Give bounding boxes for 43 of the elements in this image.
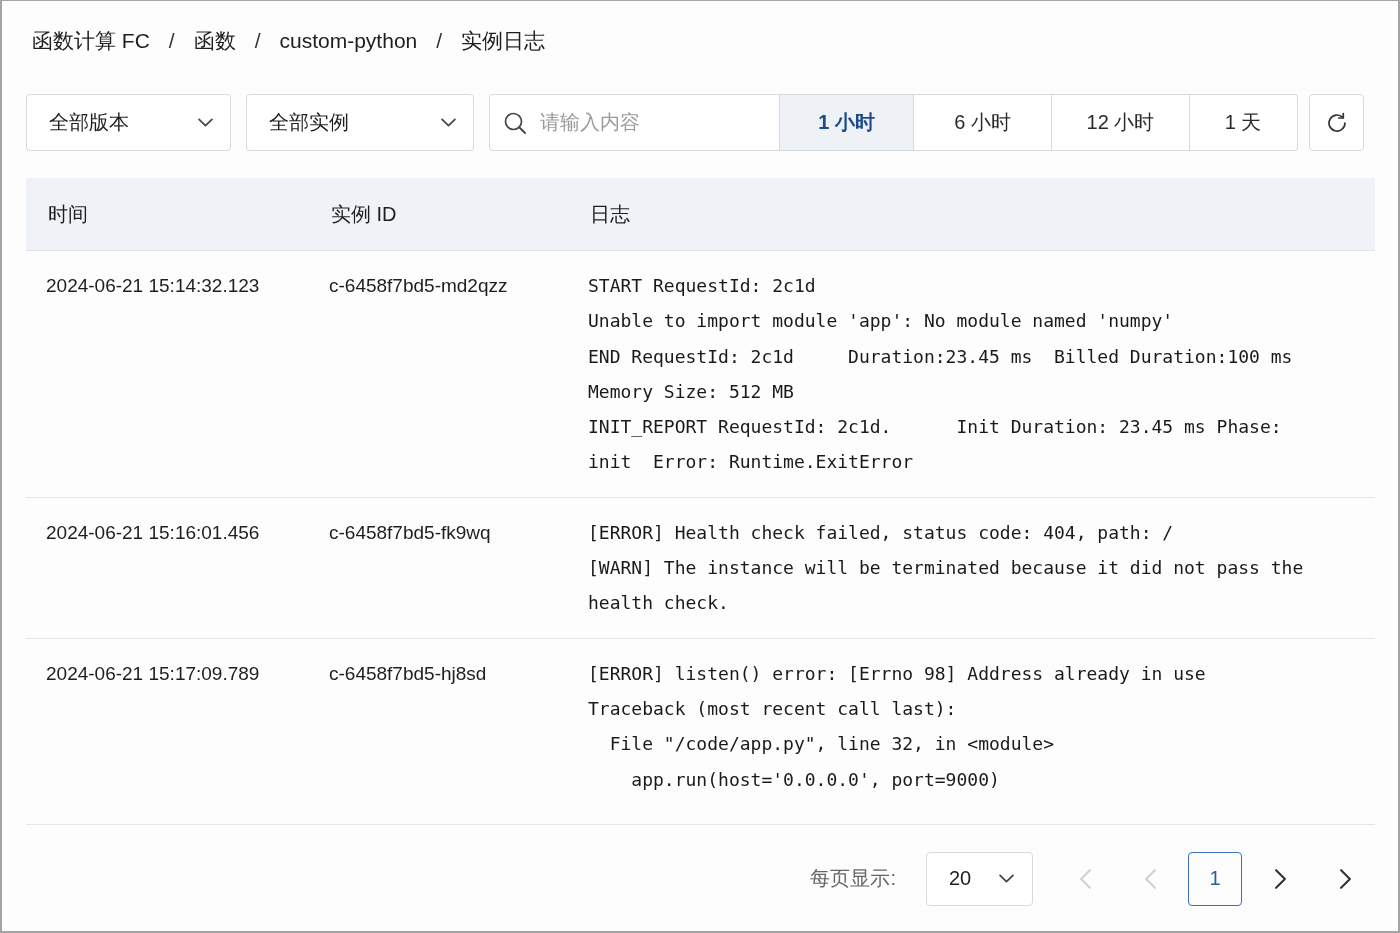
chevron-down-icon [999,874,1014,884]
chevron-down-icon [441,118,456,127]
instance-select[interactable]: 全部实例 [246,94,474,151]
log-line: health check. [588,591,729,616]
log-line: Unable to import module 'app': No module named 'numpy' [588,309,1174,334]
chevron-down-icon [198,118,213,127]
log-time: 2024-06-21 15:14:32.123 [45,274,260,298]
search-input[interactable]: 请输入内容 [540,95,779,150]
page-size-label: 每页显示: [810,866,896,892]
log-time: 2024-06-21 15:17:09.789 [45,661,260,686]
search-icon [504,111,526,134]
column-header: 实例 ID [330,201,397,227]
breadcrumb-item[interactable]: 函数 [193,27,236,55]
breadcrumb-item[interactable]: 函数计算 FC [32,27,150,55]
log-line: File "/code/app.py", line 32, in <module> [608,732,1054,757]
refresh-icon [1325,111,1348,134]
log-line: Memory Size: 512 MB [588,379,794,404]
log-line: init Error: Runtime.ExitError [588,450,914,475]
breadcrumb-separator: / [168,29,175,53]
log-line: END RequestId: 2c1d Duration:23.45 ms Billed Duration:100 ms [588,344,1293,369]
breadcrumb-separator: / [436,29,443,53]
instance-id: c-6458f7bd5-hj8sd [328,661,487,686]
page-number[interactable]: 1 [1188,851,1242,906]
column-header: 时间 [47,201,88,227]
search-field[interactable]: 请输入内容 [489,94,780,151]
version-select[interactable]: 全部版本 [26,94,231,151]
time-range-tab[interactable]: 1 小时 [780,95,914,150]
column-header: 日志 [589,201,630,227]
log-line: app.run(host='0.0.0.0', port=9000) [630,767,1000,792]
log-time: 2024-06-21 15:16:01.456 [45,520,260,545]
log-line: [WARN] The instance will be terminated because it did not pass the [588,556,1304,581]
page-size-select[interactable]: 20 [926,851,1033,906]
log-line: INIT_REPORT RequestId: 2c1d. Init Duration: 23.45 ms Phase: [588,415,1282,440]
breadcrumb-item[interactable]: 实例日志 [461,27,546,55]
log-line: [ERROR] listen() error: [Errno 98] Address already in use [588,661,1206,686]
instance-id: c-6458f7bd5-fk9wq [328,520,491,545]
log-line: [ERROR] Health check failed, status code: 404, path: / [588,520,1174,545]
log-line: START RequestId: 2c1d [588,274,816,298]
log-line: Traceback (most recent call last): [588,696,957,721]
breadcrumb-separator: / [254,29,261,53]
instance-id: c-6458f7bd5-md2qzz [328,274,508,298]
refresh-button[interactable] [1309,94,1364,151]
breadcrumb-item[interactable]: custom-python [279,29,418,53]
